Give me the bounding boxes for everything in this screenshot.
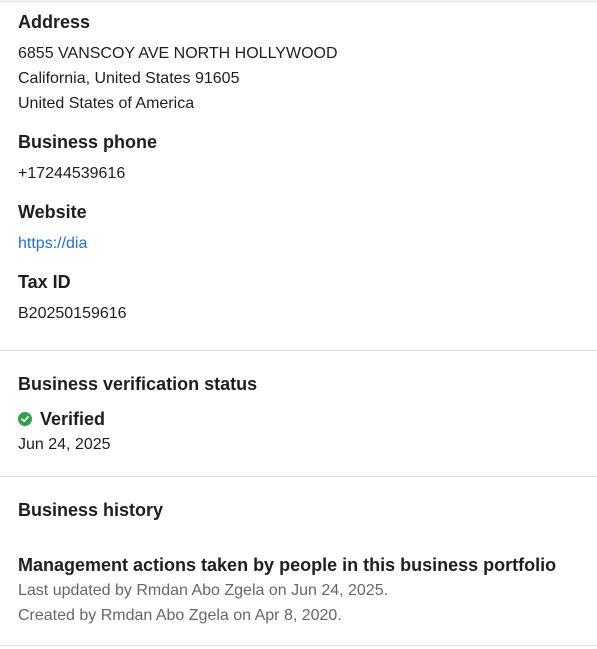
history-section: Business history [18,499,588,521]
address-section: Address 6855 VANSCOY AVE NORTH HOLLYWOOD… [18,11,588,116]
management-actions-title: Management actions taken by people in th… [18,555,557,575]
address-line-3: United States of America [18,95,195,112]
address-label: Address [18,12,91,32]
history-label: Business history [18,500,164,520]
phone-value: +17244539616 [18,165,126,182]
address-line-2: California, United States 91605 [18,70,240,87]
verification-section: Business verification status Verified Ju… [18,373,588,457]
verification-date: Jun 24, 2025 [18,436,111,453]
divider [0,476,597,477]
verified-status-row: Verified [18,408,588,430]
website-link-text: https://dia [18,235,88,252]
tax-id-label: Tax ID [18,272,71,292]
website-section: Website https://dia [18,201,588,257]
management-actions-section: Management actions taken by people in th… [18,554,588,628]
tax-id-value: B20250159616 [18,305,127,322]
phone-section: Business phone +17244539616 [18,131,588,186]
verified-status-text: Verified [40,409,106,429]
tax-section: Tax ID B20250159616 [18,271,588,326]
website-label: Website [18,202,87,222]
check-circle-icon [18,412,32,426]
created-text: Created by Rmdan Abo Zgela on Apr 8, 202… [18,607,342,624]
last-updated-text: Last updated by Rmdan Abo Zgela on Jun 2… [18,582,389,599]
divider [0,645,597,646]
redaction-blur [88,231,248,257]
website-link[interactable]: https://dia [18,231,248,257]
phone-label: Business phone [18,132,158,152]
divider [0,350,597,351]
top-edge-shadow [0,0,597,3]
verification-label: Business verification status [18,374,258,394]
address-line-1: 6855 VANSCOY AVE NORTH HOLLYWOOD [18,45,338,62]
